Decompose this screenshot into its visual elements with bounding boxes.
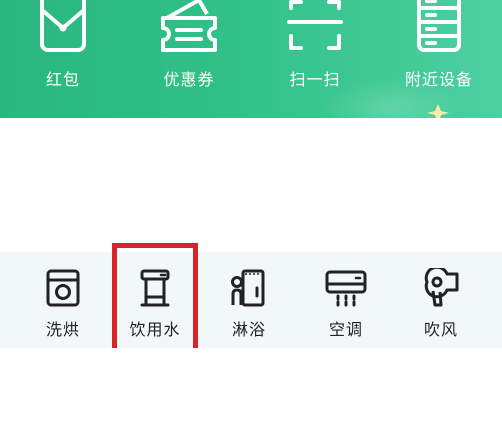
sparkle-icon <box>427 104 449 118</box>
red-envelope-button[interactable]: 红包 <box>0 0 126 118</box>
category-washer-dryer[interactable]: 洗烘 <box>15 252 111 348</box>
category-label-hair-dryer: 吹风 <box>423 320 458 339</box>
coupon-label: 优惠券 <box>163 70 215 89</box>
nearby-device-label: 附近设备 <box>404 70 473 89</box>
category-hair-dryer[interactable]: 吹风 <box>393 252 489 348</box>
category-label-air-conditioner: 空调 <box>328 320 363 339</box>
washer-dryer-icon <box>46 269 80 307</box>
nearby-device-icon <box>417 0 461 52</box>
red-envelope-icon <box>40 0 86 52</box>
category-shower[interactable]: 淋浴 <box>201 252 297 348</box>
category-label-shower: 淋浴 <box>231 320 266 339</box>
red-envelope-label: 红包 <box>45 70 80 89</box>
nearby-device-button[interactable]: 附近设备 <box>376 0 502 118</box>
category-label-washer-dryer: 洗烘 <box>45 320 80 339</box>
water-dispenser-icon <box>140 269 170 307</box>
category-drinking-water[interactable]: 饮用水 <box>107 252 203 348</box>
coupon-ticket-icon <box>161 0 217 52</box>
top-action-banner: 红包 优惠券 扫一扫 附近设备 <box>0 0 502 118</box>
air-conditioner-icon <box>325 270 367 308</box>
scan-label: 扫一扫 <box>289 70 341 89</box>
category-air-conditioner[interactable]: 空调 <box>298 252 394 348</box>
bottom-spacer <box>0 348 502 448</box>
scan-icon <box>287 0 343 50</box>
content-spacer <box>0 118 502 252</box>
scan-button[interactable]: 扫一扫 <box>252 0 378 118</box>
shower-icon <box>231 269 265 307</box>
category-label-drinking-water: 饮用水 <box>129 320 181 339</box>
hair-dryer-icon <box>424 268 459 307</box>
coupon-button[interactable]: 优惠券 <box>126 0 252 118</box>
